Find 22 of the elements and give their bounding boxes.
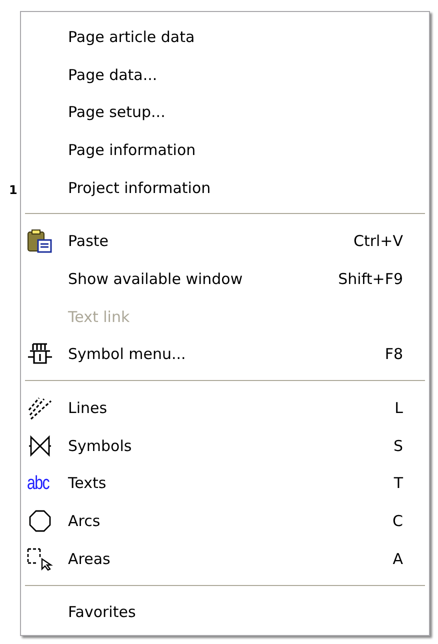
menu-item[interactable]: Page information: [21, 131, 429, 169]
area-select-icon: [27, 546, 53, 571]
menu-item[interactable]: Favorites: [21, 594, 429, 632]
menu-item[interactable]: Areas A: [21, 540, 429, 578]
menu-item[interactable]: Symbols S: [21, 426, 429, 465]
menu-item[interactable]: Project information: [21, 168, 429, 206]
menu-item[interactable]: Arcs C: [21, 502, 429, 540]
text-icon: abc: [27, 474, 50, 493]
menu-item[interactable]: abc Texts T: [21, 464, 429, 502]
drawing-label: 1: [9, 183, 18, 197]
menu-item[interactable]: Page setup...: [21, 93, 429, 132]
menu-item[interactable]: Symbol menu... F8: [21, 336, 429, 374]
menu-item[interactable]: Show available window Shift+F9: [21, 260, 429, 298]
rack-icon: [27, 342, 53, 366]
menu-item[interactable]: Lines L: [21, 389, 429, 427]
bowtie-icon: [27, 434, 53, 458]
menu-item[interactable]: Page article data: [21, 18, 429, 56]
menu-item[interactable]: Paste Ctrl+V: [21, 222, 429, 260]
clipboard-icon: [27, 229, 53, 254]
menu-item[interactable]: Page data...: [21, 56, 429, 94]
dashed-lines-icon: [27, 396, 53, 420]
octagon-icon: [27, 509, 53, 534]
